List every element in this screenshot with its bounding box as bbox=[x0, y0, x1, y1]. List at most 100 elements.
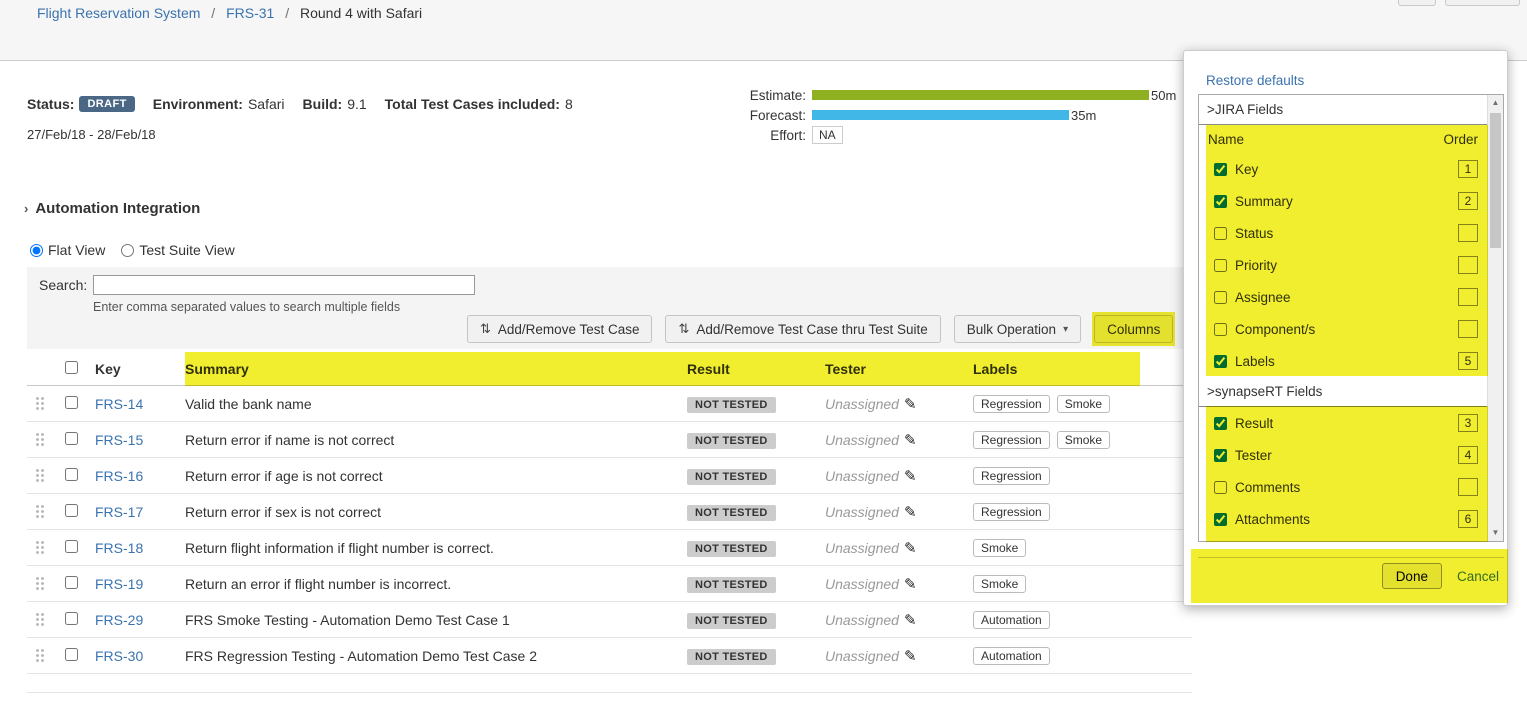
edit-tester-pencil-icon[interactable]: ✎ bbox=[904, 504, 917, 521]
test-case-key-link[interactable]: FRS-16 bbox=[95, 468, 143, 484]
drag-handle[interactable] bbox=[27, 396, 53, 411]
order-input[interactable]: 6 bbox=[1458, 510, 1478, 528]
order-input[interactable] bbox=[1458, 288, 1478, 306]
flat-view-radio[interactable] bbox=[30, 244, 43, 257]
drag-handle[interactable] bbox=[27, 576, 53, 591]
automation-integration-section-header[interactable]: ›Automation Integration bbox=[24, 200, 200, 217]
done-button[interactable]: Done bbox=[1382, 563, 1442, 589]
edit-tester-pencil-icon[interactable]: ✎ bbox=[904, 432, 917, 449]
search-input[interactable] bbox=[93, 275, 475, 295]
order-input[interactable]: 3 bbox=[1458, 414, 1478, 432]
column-field-row: Assignee bbox=[1199, 281, 1487, 313]
labels-cell: Regression bbox=[967, 467, 1192, 485]
header-button-partial[interactable] bbox=[1445, 0, 1520, 6]
drag-handle[interactable] bbox=[27, 540, 53, 555]
scrollbar-thumb[interactable] bbox=[1490, 113, 1501, 248]
column-checkbox[interactable] bbox=[1214, 227, 1227, 240]
order-input[interactable]: 2 bbox=[1458, 192, 1478, 210]
select-all-checkbox[interactable] bbox=[65, 361, 78, 374]
column-checkbox[interactable] bbox=[1214, 417, 1227, 430]
header-button-partial[interactable] bbox=[1398, 0, 1436, 6]
tester-cell: Unassigned✎ bbox=[819, 539, 967, 557]
test-case-key-link[interactable]: FRS-17 bbox=[95, 504, 143, 520]
row-checkbox[interactable] bbox=[65, 648, 78, 661]
row-checkbox[interactable] bbox=[65, 396, 78, 409]
column-checkbox[interactable] bbox=[1214, 481, 1227, 494]
edit-tester-pencil-icon[interactable]: ✎ bbox=[904, 540, 917, 557]
panel-scrollbar[interactable]: ▲ ▼ bbox=[1487, 95, 1503, 541]
scroll-up-icon[interactable]: ▲ bbox=[1488, 95, 1503, 111]
order-input[interactable]: 4 bbox=[1458, 446, 1478, 464]
order-input[interactable] bbox=[1458, 320, 1478, 338]
column-checkbox[interactable] bbox=[1214, 195, 1227, 208]
column-checkbox[interactable] bbox=[1214, 291, 1227, 304]
search-label: Search: bbox=[39, 277, 93, 293]
view-toggle: Flat View Test Suite View bbox=[30, 242, 235, 258]
column-checkbox[interactable] bbox=[1214, 513, 1227, 526]
up-down-arrows-icon: ⇅ bbox=[678, 321, 689, 337]
row-checkbox[interactable] bbox=[65, 504, 78, 517]
breadcrumb-project-link[interactable]: Flight Reservation System bbox=[37, 5, 200, 21]
test-case-key-link[interactable]: FRS-18 bbox=[95, 540, 143, 556]
test-case-key-link[interactable]: FRS-29 bbox=[95, 612, 143, 628]
column-checkbox[interactable] bbox=[1214, 163, 1227, 176]
row-checkbox[interactable] bbox=[65, 576, 78, 589]
drag-handle[interactable] bbox=[27, 468, 53, 483]
bulk-operation-button[interactable]: Bulk Operation ▾ bbox=[954, 315, 1081, 343]
scroll-down-icon[interactable]: ▼ bbox=[1488, 525, 1503, 541]
labels-cell: RegressionSmoke bbox=[967, 395, 1192, 413]
labels-cell: Automation bbox=[967, 611, 1192, 629]
restore-defaults-link[interactable]: Restore defaults bbox=[1206, 73, 1304, 88]
test-case-key-link[interactable]: FRS-19 bbox=[95, 576, 143, 592]
row-checkbox[interactable] bbox=[65, 540, 78, 553]
order-input[interactable] bbox=[1458, 224, 1478, 242]
time-tracking: Estimate: 50m Forecast: 35m Effort: NA bbox=[700, 85, 1180, 145]
edit-tester-pencil-icon[interactable]: ✎ bbox=[904, 468, 917, 485]
synapsert-fields-list: Result 3 Tester 4 Comments Attachments 6 bbox=[1199, 407, 1487, 535]
test-case-key-link[interactable]: FRS-30 bbox=[95, 648, 143, 664]
environment-label: Environment: bbox=[153, 96, 243, 112]
drag-handle[interactable] bbox=[27, 432, 53, 447]
test-suite-view-option[interactable]: Test Suite View bbox=[121, 242, 234, 258]
order-input[interactable] bbox=[1458, 256, 1478, 274]
breadcrumb-issue-link[interactable]: FRS-31 bbox=[226, 5, 274, 21]
drag-handle[interactable] bbox=[27, 504, 53, 519]
label-tag: Automation bbox=[973, 647, 1050, 665]
row-checkbox[interactable] bbox=[65, 432, 78, 445]
add-remove-thru-suite-button[interactable]: ⇅ Add/Remove Test Case thru Test Suite bbox=[665, 315, 940, 343]
label-tag: Smoke bbox=[1057, 395, 1110, 413]
result-badge: NOT TESTED bbox=[687, 433, 776, 449]
drag-handle-icon bbox=[35, 468, 46, 483]
build-value: 9.1 bbox=[347, 96, 366, 112]
add-remove-test-case-button[interactable]: ⇅ Add/Remove Test Case bbox=[467, 315, 652, 343]
column-checkbox[interactable] bbox=[1214, 355, 1227, 368]
edit-tester-pencil-icon[interactable]: ✎ bbox=[904, 648, 917, 665]
order-input[interactable] bbox=[1458, 478, 1478, 496]
test-suite-view-radio[interactable] bbox=[121, 244, 134, 257]
header-tester: Tester bbox=[819, 361, 967, 377]
drag-handle[interactable] bbox=[27, 648, 53, 663]
edit-tester-pencil-icon[interactable]: ✎ bbox=[904, 396, 917, 413]
column-label: Summary bbox=[1235, 194, 1293, 209]
cancel-link[interactable]: Cancel bbox=[1457, 569, 1499, 584]
column-checkbox[interactable] bbox=[1214, 449, 1227, 462]
test-case-key-link[interactable]: FRS-15 bbox=[95, 432, 143, 448]
breadcrumb-current: Round 4 with Safari bbox=[300, 5, 422, 21]
order-input[interactable]: 1 bbox=[1458, 160, 1478, 178]
column-checkbox[interactable] bbox=[1214, 259, 1227, 272]
order-input[interactable]: 5 bbox=[1458, 352, 1478, 370]
column-checkbox[interactable] bbox=[1214, 323, 1227, 336]
drag-handle[interactable] bbox=[27, 612, 53, 627]
tester-name: Unassigned bbox=[825, 576, 899, 592]
test-case-summary: Return error if age is not correct bbox=[179, 468, 681, 484]
effort-value: NA bbox=[812, 126, 843, 144]
cycle-summary: Status: DRAFT Environment: Safari Build:… bbox=[27, 96, 583, 112]
row-checkbox[interactable] bbox=[65, 468, 78, 481]
flat-view-option[interactable]: Flat View bbox=[30, 242, 105, 258]
edit-tester-pencil-icon[interactable]: ✎ bbox=[904, 576, 917, 593]
row-checkbox[interactable] bbox=[65, 612, 78, 625]
label-tag: Regression bbox=[973, 503, 1050, 521]
test-case-key-link[interactable]: FRS-14 bbox=[95, 396, 143, 412]
edit-tester-pencil-icon[interactable]: ✎ bbox=[904, 612, 917, 629]
columns-button[interactable]: Columns bbox=[1094, 315, 1173, 343]
